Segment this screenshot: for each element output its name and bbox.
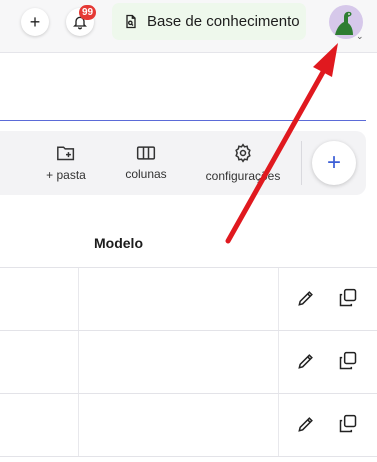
table-row[interactable] xyxy=(0,331,377,394)
table-row[interactable] xyxy=(0,394,377,457)
columns-button[interactable]: colunas xyxy=(118,131,174,195)
plus-icon: + xyxy=(326,149,341,176)
cell-divider xyxy=(78,394,79,456)
cell-divider xyxy=(278,394,279,456)
add-button[interactable]: + xyxy=(21,8,49,36)
add-item-button[interactable]: + xyxy=(312,141,356,185)
settings-label: configurações xyxy=(205,169,281,183)
columns-label: colunas xyxy=(125,167,167,181)
cell-divider xyxy=(278,268,279,330)
toolbar-divider xyxy=(301,141,302,185)
column-header-modelo[interactable]: Modelo xyxy=(94,235,143,251)
settings-button[interactable]: configurações xyxy=(200,131,286,195)
cell-divider xyxy=(78,268,79,330)
knowledge-base-button[interactable]: Base de conhecimento xyxy=(112,3,306,40)
top-bar: + 99 Base de conhecimento ⌄ xyxy=(0,0,377,53)
new-folder-button[interactable]: + pasta xyxy=(38,131,94,195)
folder-plus-icon xyxy=(57,146,75,161)
copy-icon[interactable] xyxy=(338,288,358,308)
search-field-underline[interactable] xyxy=(0,120,366,121)
new-folder-label: + pasta xyxy=(46,168,86,182)
pencil-icon[interactable] xyxy=(296,414,316,434)
columns-icon xyxy=(136,146,156,160)
document-search-icon xyxy=(126,14,136,29)
notification-badge: 99 xyxy=(79,5,96,20)
chevron-down-icon[interactable]: ⌄ xyxy=(356,31,364,42)
copy-icon[interactable] xyxy=(338,351,358,371)
copy-icon[interactable] xyxy=(338,414,358,434)
cell-divider xyxy=(78,331,79,393)
pencil-icon[interactable] xyxy=(296,288,316,308)
gear-icon xyxy=(235,143,251,163)
cell-divider xyxy=(278,331,279,393)
pencil-icon[interactable] xyxy=(296,351,316,371)
plus-icon: + xyxy=(29,12,41,32)
table-row[interactable] xyxy=(0,268,377,331)
knowledge-base-label: Base de conhecimento xyxy=(147,13,300,30)
